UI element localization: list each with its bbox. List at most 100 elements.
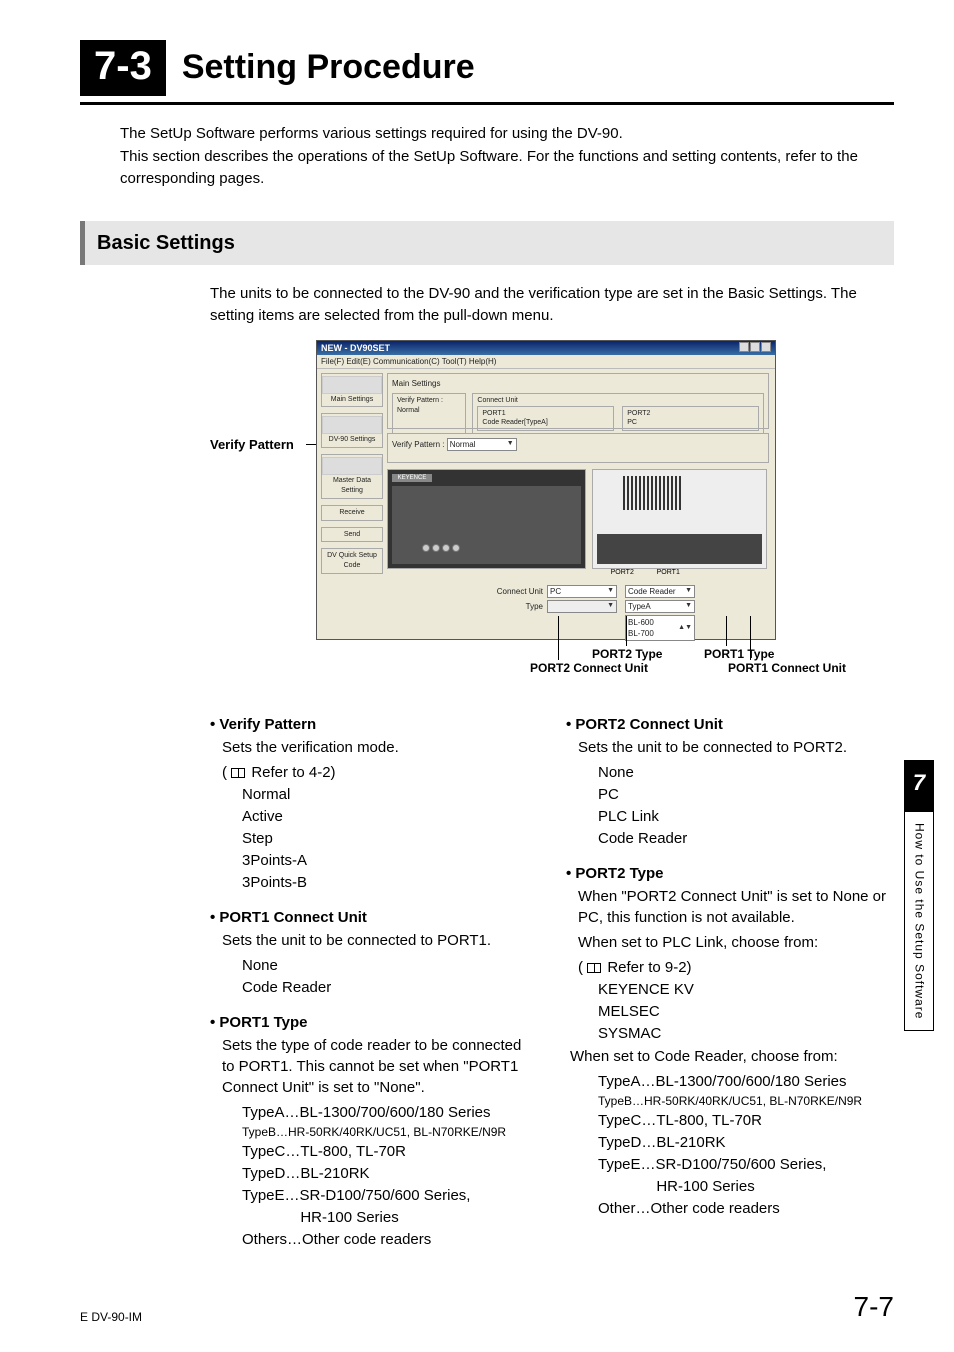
dialog-title-text: NEW - DV90SET bbox=[321, 342, 390, 354]
intro-p1: The SetUp Software performs various sett… bbox=[120, 123, 894, 146]
port1-connect-unit-desc: Sets the unit to be connected to PORT1. bbox=[222, 930, 538, 951]
list-item: HR-100 Series bbox=[242, 1207, 538, 1228]
chevron-down-icon: ▼ bbox=[607, 586, 614, 596]
maximize-icon[interactable] bbox=[750, 342, 760, 352]
intro-text: The SetUp Software performs various sett… bbox=[120, 123, 894, 191]
list-item: HR-100 Series bbox=[598, 1176, 894, 1197]
port2-connect-unit-desc: Sets the unit to be connected to PORT2. bbox=[578, 737, 894, 758]
port1-label: PORT1 bbox=[482, 409, 609, 419]
port1-connect-unit-opts: None Code Reader bbox=[242, 955, 538, 998]
dv90-device-image: KEYENCE bbox=[387, 469, 586, 569]
right-column: PORT2 Connect Unit Sets the unit to be c… bbox=[566, 700, 894, 1252]
chevron-down-icon: ▼ bbox=[507, 439, 514, 449]
page-number: 7-7 bbox=[854, 1287, 894, 1326]
port2-type-plc-opts: KEYENCE KV MELSEC SYSMAC bbox=[598, 979, 894, 1044]
chapter-header: 7-3 Setting Procedure bbox=[80, 40, 894, 105]
list-item: TypeE…SR-D100/750/600 Series, bbox=[598, 1154, 894, 1175]
select-value: BL-600 BL-700 bbox=[628, 617, 654, 639]
port2-type-desc2: When set to PLC Link, choose from: bbox=[578, 932, 894, 953]
vp-group-label: Verify Pattern : bbox=[392, 440, 444, 449]
keyence-logo: KEYENCE bbox=[392, 474, 432, 482]
close-icon[interactable] bbox=[761, 342, 771, 352]
port1-value: Code Reader[TypeA] bbox=[482, 418, 609, 428]
list-item: Active bbox=[242, 806, 538, 827]
list-item: TypeC…TL-800, TL-70R bbox=[598, 1110, 894, 1131]
sidebar-send[interactable]: Send bbox=[321, 527, 383, 543]
dialog-sidebar: Main Settings DV-90 Settings Master Data… bbox=[321, 373, 383, 574]
port1-model-list[interactable]: BL-600 BL-700 ▲▼ bbox=[625, 615, 695, 641]
port2-value: PC bbox=[627, 418, 754, 428]
list-item: TypeA…BL-1300/700/600/180 Series bbox=[242, 1102, 538, 1123]
reader-device-image: PORT2 PORT1 bbox=[592, 469, 768, 569]
sidebar-quick-setup[interactable]: DV Quick Setup Code bbox=[321, 548, 383, 574]
port2-connect-unit-callout: PORT2 Connect Unit bbox=[530, 660, 648, 677]
book-icon bbox=[231, 768, 245, 778]
port2-label: PORT2 bbox=[627, 409, 754, 419]
port1-diagram-label: PORT1 bbox=[657, 568, 680, 578]
ref-text: Refer to 4-2) bbox=[251, 764, 335, 781]
sidebar-label: DV Quick Setup Code bbox=[327, 552, 377, 569]
list-item: MELSEC bbox=[598, 1001, 894, 1022]
list-item: TypeB…HR-50RK/40RK/UC51, BL-N70RKE/N9R bbox=[242, 1125, 506, 1139]
sidebar-master-data[interactable]: Master Data Setting bbox=[321, 454, 383, 499]
port1-connect-unit-callout: PORT1 Connect Unit bbox=[728, 660, 846, 677]
port2-type-select[interactable]: ▼ bbox=[547, 600, 617, 613]
window-controls[interactable] bbox=[739, 342, 771, 354]
list-item: Step bbox=[242, 828, 538, 849]
verify-pattern-callout: Verify Pattern bbox=[210, 436, 294, 454]
sidebar-label: Receive bbox=[339, 509, 364, 516]
port2-type-desc1: When "PORT2 Connect Unit" is set to None… bbox=[578, 886, 894, 928]
connect-unit-box: Connect Unit PORT1 Code Reader[TypeA] PO… bbox=[472, 393, 764, 434]
port1-type-select[interactable]: TypeA▼ bbox=[625, 600, 695, 613]
type-label: Type bbox=[477, 601, 547, 612]
port1-type-desc: Sets the type of code reader to be conne… bbox=[222, 1035, 538, 1098]
connect-unit-label: Connect Unit bbox=[477, 586, 547, 597]
vp-label: Verify Pattern : bbox=[397, 396, 461, 406]
book-icon bbox=[587, 963, 601, 973]
chapter-side-tab: 7 How to Use the Setup Software bbox=[904, 760, 934, 1030]
sidebar-dv90-settings[interactable]: DV-90 Settings bbox=[321, 413, 383, 448]
dialog-menubar[interactable]: File(F) Edit(E) Communication(C) Tool(T)… bbox=[317, 355, 775, 369]
list-item: TypeA…BL-1300/700/600/180 Series bbox=[598, 1071, 894, 1092]
main-settings-group: Main Settings Verify Pattern : Normal Co… bbox=[387, 373, 769, 429]
content-columns: Verify Pattern Sets the verification mod… bbox=[210, 700, 894, 1252]
port1-type-head: PORT1 Type bbox=[210, 1012, 538, 1033]
page-footer: E DV-90-IM 7-7 bbox=[80, 1287, 894, 1326]
chapter-side-text: How to Use the Setup Software bbox=[904, 811, 934, 1031]
intro-p2: This section describes the operations of… bbox=[120, 146, 894, 191]
chapter-number: 7 bbox=[904, 760, 934, 811]
sidebar-main-settings[interactable]: Main Settings bbox=[321, 373, 383, 408]
list-item: Code Reader bbox=[598, 828, 894, 849]
port2-diagram-label: PORT2 bbox=[611, 568, 634, 578]
sidebar-receive[interactable]: Receive bbox=[321, 505, 383, 521]
list-item: Others…Other code readers bbox=[242, 1229, 538, 1250]
list-item: SYSMAC bbox=[598, 1023, 894, 1044]
port2-connect-unit-select[interactable]: PC▼ bbox=[547, 585, 617, 598]
callout-line bbox=[626, 616, 627, 646]
list-item: TypeC…TL-800, TL-70R bbox=[242, 1141, 538, 1162]
list-item: TypeE…SR-D100/750/600 Series, bbox=[242, 1185, 538, 1206]
main-settings-icon bbox=[322, 376, 382, 394]
dv90-settings-icon bbox=[322, 416, 382, 434]
select-value: TypeA bbox=[628, 601, 651, 612]
list-item: PC bbox=[598, 784, 894, 805]
callout-line bbox=[558, 616, 559, 660]
port2-type-cr-opts: TypeA…BL-1300/700/600/180 Series TypeB…H… bbox=[598, 1071, 894, 1220]
footer-model: E DV-90-IM bbox=[80, 1309, 142, 1326]
group-title: Main Settings bbox=[392, 378, 764, 389]
chevron-down-icon: ▼ bbox=[607, 601, 614, 611]
verify-pattern-group: Verify Pattern : Normal ▼ bbox=[387, 433, 769, 463]
verify-pattern-desc: Sets the verification mode. bbox=[222, 737, 538, 758]
port1-connect-unit-select[interactable]: Code Reader▼ bbox=[625, 585, 695, 598]
port2-connect-unit-opts: None PC PLC Link Code Reader bbox=[598, 762, 894, 849]
port2-type-ref: ( Refer to 9-2) bbox=[578, 957, 894, 978]
verify-pattern-head: Verify Pattern bbox=[210, 714, 538, 735]
list-item: Normal bbox=[242, 784, 538, 805]
left-column: Verify Pattern Sets the verification mod… bbox=[210, 700, 538, 1252]
chapter-title: Setting Procedure bbox=[182, 44, 475, 92]
port2-box: PORT2 PC bbox=[622, 406, 759, 432]
scroll-icon: ▲▼ bbox=[678, 623, 692, 633]
minimize-icon[interactable] bbox=[739, 342, 749, 352]
verify-pattern-select[interactable]: Normal ▼ bbox=[447, 438, 517, 451]
select-value: Code Reader bbox=[628, 586, 676, 597]
